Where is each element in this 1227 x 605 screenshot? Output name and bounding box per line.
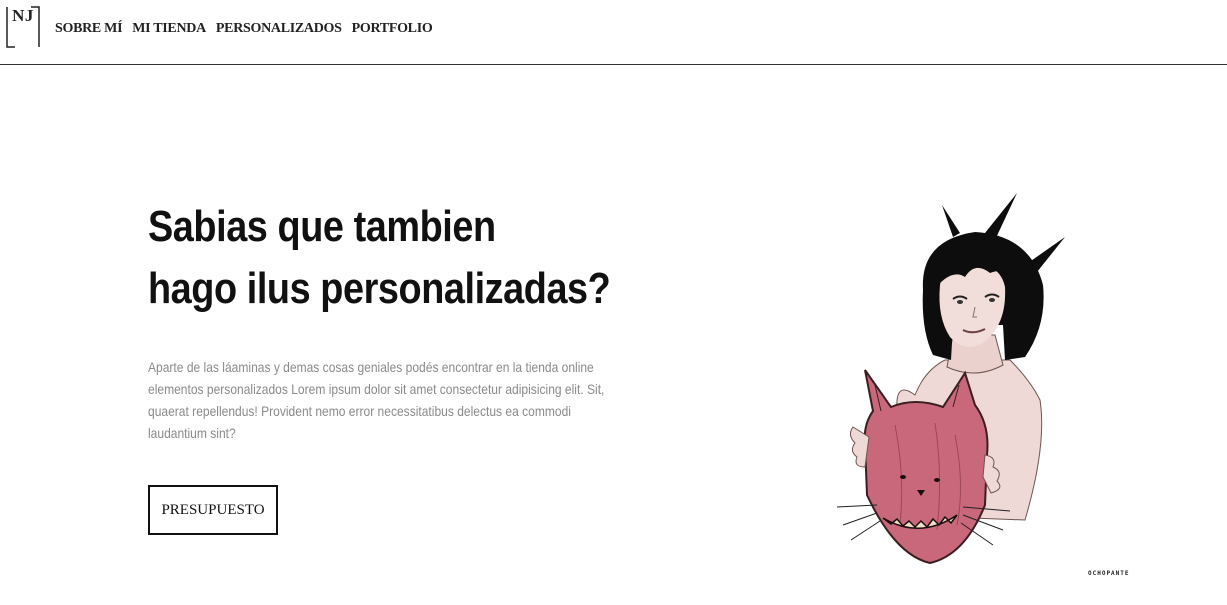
- hero-title: Sabias que tambien hago ilus personaliza…: [148, 196, 630, 320]
- nav-item-sobre-mi[interactable]: SOBRE MÍ: [55, 21, 123, 37]
- nav-item-portfolio[interactable]: PORTFOLIO: [352, 21, 433, 37]
- presupuesto-button[interactable]: PRESUPUESTO: [148, 485, 278, 535]
- nav-item-personalizados[interactable]: PERSONALIZADOS: [216, 21, 342, 37]
- nav-item-mi-tienda[interactable]: MI TIENDA: [132, 21, 206, 37]
- logo-text: NJ: [12, 6, 34, 25]
- hero-description: Aparte de las láaminas y demas cosas gen…: [148, 359, 605, 441]
- site-logo[interactable]: NJ: [6, 6, 40, 48]
- hero-illustration: [825, 185, 1085, 570]
- site-header: NJ SOBRE MÍ MI TIENDA PERSONALIZADOS POR…: [0, 0, 1227, 65]
- main-nav: SOBRE MÍ MI TIENDA PERSONALIZADOS PORTFO…: [55, 21, 433, 37]
- hero-title-line-1: Sabias que tambien: [148, 202, 496, 251]
- girl-with-cat-mask-illustration: [836, 193, 1065, 565]
- illustration-signature: OCHOPANTE: [1088, 570, 1130, 577]
- hero-title-line-2: hago ilus personalizadas?: [148, 264, 611, 313]
